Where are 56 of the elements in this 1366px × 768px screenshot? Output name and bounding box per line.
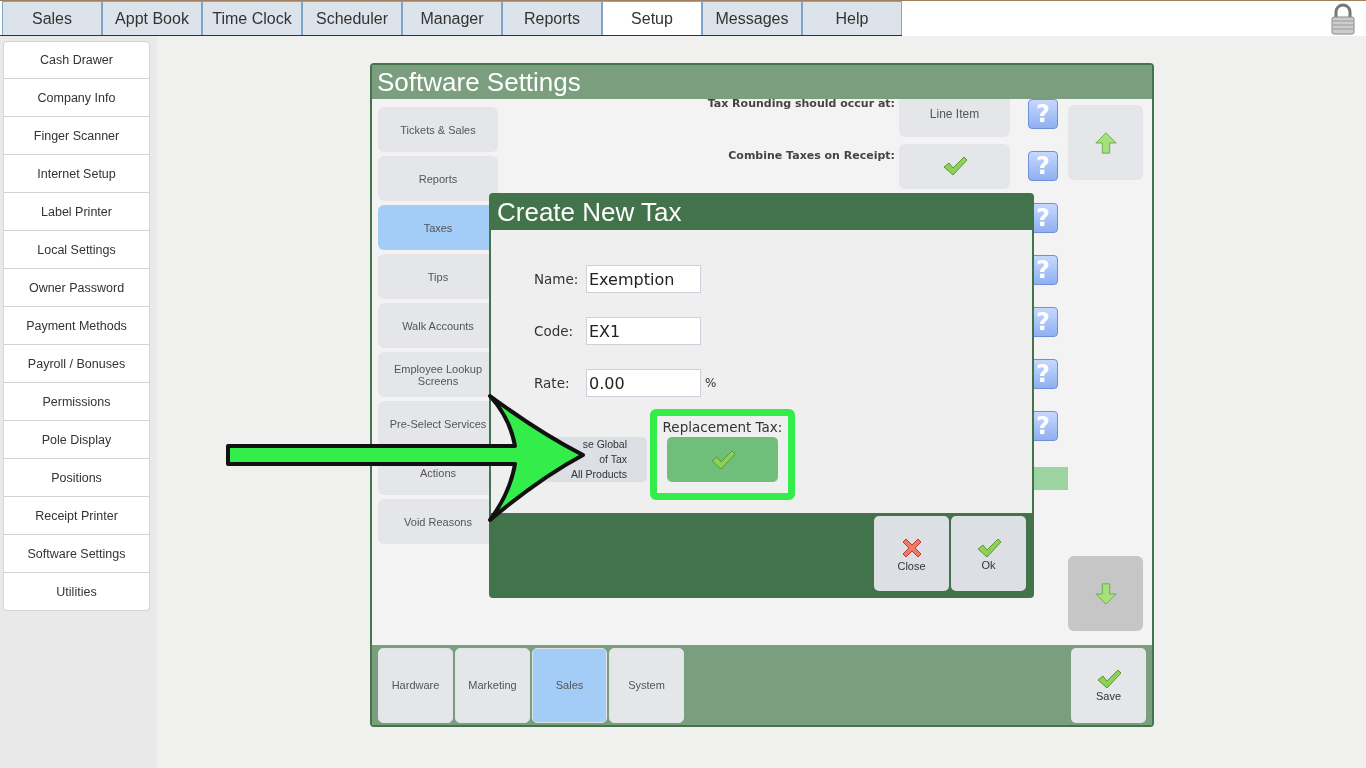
checkmark-icon (941, 155, 968, 177)
section-tab[interactable]: Sales (532, 647, 607, 723)
sidebar-item[interactable]: Software Settings (3, 535, 150, 573)
sidebar-item[interactable]: Owner Password (3, 269, 150, 307)
sidebar-item[interactable]: Positions (3, 459, 150, 497)
setting-value-button[interactable]: Line Item (899, 99, 1010, 137)
arrow-up-icon (1093, 130, 1118, 155)
sidebar-item[interactable]: Permissions (3, 383, 150, 421)
sidebar-item[interactable]: Label Printer (3, 193, 150, 231)
input-field[interactable]: 0.00 (586, 369, 701, 397)
panel-title: Software Settings (372, 65, 1152, 99)
nav-tab[interactable]: Reports (502, 1, 602, 35)
scroll-up-button[interactable] (1068, 105, 1143, 180)
sidebar-item[interactable]: Receipt Printer (3, 497, 150, 535)
sidebar-item[interactable]: Cash Drawer (3, 41, 150, 79)
sidebar-item[interactable]: Internet Setup (3, 155, 150, 193)
nav-tab[interactable]: Appt Book (102, 1, 202, 35)
setting-label: Combine Taxes on Receipt: (728, 149, 895, 162)
nav-tab[interactable]: Sales (2, 1, 102, 35)
sidebar-item[interactable]: Finger Scanner (3, 117, 150, 155)
checkmark-icon (1095, 668, 1122, 690)
section-tab[interactable]: Hardware (378, 647, 453, 723)
input-field[interactable]: EX1 (586, 317, 701, 345)
checkmark-icon (709, 448, 736, 471)
nav-tab[interactable]: Setup (602, 1, 702, 35)
nav-tab[interactable]: Scheduler (302, 1, 402, 35)
dialog-title: Create New Tax (491, 195, 1032, 230)
replacement-tax-label: Replacement Tax: (662, 419, 783, 435)
sidebar-item[interactable]: Pole Display (3, 421, 150, 459)
input-field[interactable]: Exemption (586, 265, 701, 293)
field-label: Code: (534, 323, 575, 339)
sidebar-item[interactable]: Local Settings (3, 231, 150, 269)
category-button[interactable]: Tickets & Sales (378, 107, 498, 152)
save-button[interactable]: Save (1071, 647, 1146, 723)
nav-tab[interactable]: Time Clock (202, 1, 302, 35)
setting-toggle-button[interactable] (899, 143, 1010, 189)
nav-tab[interactable]: Help (802, 1, 902, 35)
unit-label: % (705, 376, 717, 390)
ok-button[interactable]: Ok (951, 516, 1026, 591)
close-button[interactable]: Close (874, 516, 949, 591)
nav-tab[interactable]: Messages (702, 1, 802, 35)
section-tab[interactable]: Marketing (455, 647, 530, 723)
arrow-down-icon (1093, 581, 1118, 606)
nav-tab[interactable]: Manager (402, 1, 502, 35)
checkmark-icon (975, 536, 1002, 559)
field-label: Rate: (534, 375, 571, 391)
section-tab[interactable]: System (609, 647, 684, 723)
lock-icon[interactable] (1330, 3, 1356, 35)
sidebar-item[interactable]: Utilities (3, 573, 150, 611)
field-label: Name: (534, 271, 580, 287)
sidebar-item[interactable]: Company Info (3, 79, 150, 117)
sidebar-item[interactable]: Payroll / Bonuses (3, 345, 150, 383)
sidebar-item[interactable]: Payment Methods (3, 307, 150, 345)
setting-label: Tax Rounding should occur at: (707, 99, 895, 110)
category-button[interactable]: Reports (378, 156, 498, 201)
replacement-tax-toggle[interactable] (667, 437, 778, 482)
